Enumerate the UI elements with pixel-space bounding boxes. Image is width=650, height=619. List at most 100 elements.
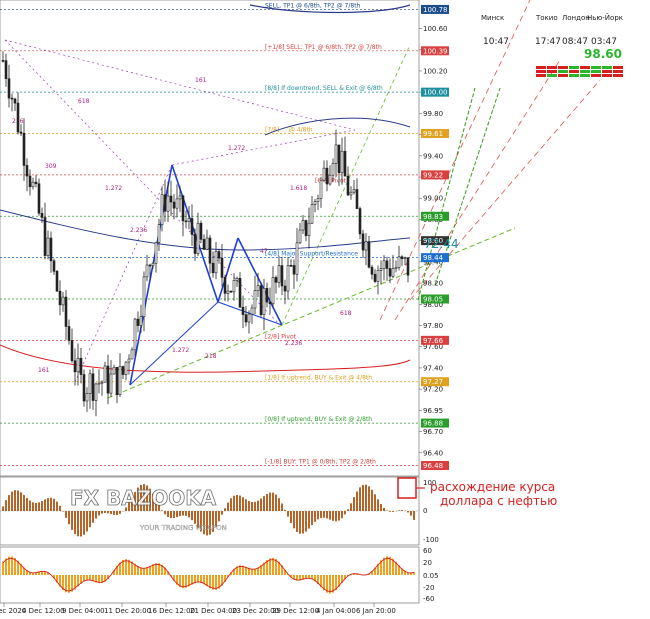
- candle-body: [404, 258, 406, 259]
- osc1-bar: [227, 503, 229, 511]
- watermark-brand: FX BAZOOKA: [70, 486, 217, 510]
- candle-body: [380, 269, 382, 271]
- osc1-bar: [86, 511, 88, 531]
- osc1-bar: [218, 511, 220, 521]
- candle-body: [272, 277, 274, 303]
- time-tick-label: 9 Dec 04:00: [62, 607, 105, 615]
- price-tick-label: 97.40: [423, 364, 443, 372]
- signal-cell: [602, 74, 612, 77]
- candle-body: [371, 267, 373, 274]
- candle-body: [200, 223, 202, 239]
- candle-body: [209, 238, 211, 263]
- candle-body: [176, 199, 178, 208]
- price-marker-label: 97.66: [423, 337, 444, 345]
- osc1-bar: [50, 498, 52, 511]
- osc1-bar: [5, 500, 7, 511]
- candle-body: [182, 196, 184, 221]
- osc1-bar: [296, 511, 298, 532]
- candle-body: [317, 199, 319, 202]
- time-tick-label: 6 Jan 20:00: [356, 607, 396, 615]
- osc1-bar: [116, 511, 118, 515]
- candle-body: [206, 238, 208, 249]
- fib-label: 1.272: [228, 145, 245, 152]
- price-tick-label: 99.00: [423, 195, 443, 203]
- fib-label: 1.272: [172, 347, 189, 354]
- candle-body: [314, 202, 316, 205]
- osc1-bar: [341, 511, 343, 518]
- osc2-bar: [386, 556, 388, 575]
- osc1-bar: [29, 501, 31, 511]
- osc1-bar: [224, 508, 226, 511]
- signal-cell: [569, 74, 579, 77]
- candle-body: [257, 286, 259, 291]
- candle-body: [44, 218, 46, 256]
- murrey-level-label: [+1/8] SELL: TP1 @ 6/8th, TP2 @ 7/8th: [265, 44, 382, 51]
- candle-body: [320, 180, 322, 198]
- osc1-bar: [32, 502, 34, 511]
- osc1-bar: [59, 506, 61, 511]
- osc1-bar: [362, 485, 364, 511]
- candle-body: [287, 265, 289, 291]
- osc1-bar: [191, 511, 193, 520]
- candle-body: [278, 266, 280, 283]
- osc1-bar: [332, 511, 334, 521]
- osc1-bar: [338, 511, 340, 521]
- candle-body: [41, 213, 43, 217]
- candle-body: [224, 277, 226, 293]
- candle-body: [179, 196, 181, 199]
- osc1-bar: [377, 499, 379, 511]
- osc1-bar: [74, 511, 76, 534]
- osc2-bar: [272, 558, 274, 575]
- candle-body: [2, 60, 4, 61]
- candle-body: [329, 175, 331, 184]
- time-tick-label: 4 Dec 12:00: [22, 607, 65, 615]
- candle-body: [296, 243, 298, 274]
- candle-body: [134, 319, 136, 350]
- osc2-bar: [125, 559, 127, 575]
- candle-body: [68, 326, 70, 340]
- osc1-bar: [380, 504, 382, 511]
- osc1-bar: [398, 510, 400, 511]
- osc1-bar: [263, 496, 265, 511]
- osc1-bar: [14, 490, 16, 511]
- osc1-bar: [314, 511, 316, 522]
- signal-cell: [536, 74, 546, 77]
- osc1-bar: [68, 511, 70, 524]
- candle-body: [29, 176, 31, 187]
- murrey-level-label: SELL, TP1 @ 6/8th, TP2 @ 7/8th: [265, 2, 361, 9]
- fib-label: 47: [260, 248, 268, 255]
- fib-label: 2.236: [130, 227, 147, 234]
- candle-body: [161, 195, 163, 225]
- osc1-bar: [302, 511, 304, 533]
- candle-body: [338, 145, 340, 173]
- osc1-bar: [287, 511, 289, 517]
- candle-body: [53, 261, 55, 271]
- price-tick-label: 96.40: [423, 449, 443, 457]
- osc1-bar: [17, 491, 19, 511]
- candle-body: [188, 218, 190, 221]
- price-tick-label: 96.95: [423, 407, 443, 415]
- osc1-bar: [383, 508, 385, 511]
- time-tick-label: 29 Dec 12:00: [272, 607, 319, 615]
- osc1-bar: [77, 511, 79, 536]
- fib-label: 218: [205, 353, 217, 360]
- candle-body: [122, 367, 124, 375]
- price-tick-label: 97.20: [423, 386, 443, 394]
- candle-body: [239, 278, 241, 307]
- osc2-tick-label: 0.05: [423, 572, 439, 580]
- osc1-bar: [83, 511, 85, 535]
- candle-body: [284, 286, 286, 291]
- candle-body: [140, 317, 142, 326]
- osc2-tick-label: 20: [423, 559, 432, 567]
- signal-cell: [591, 70, 601, 73]
- candle-body: [308, 223, 310, 236]
- osc1-tick-label: -100: [423, 536, 439, 544]
- osc1-bar: [23, 495, 25, 511]
- osc1-bar: [176, 511, 178, 517]
- osc1-bar: [353, 497, 355, 511]
- osc1-bar: [299, 511, 301, 534]
- time-axis: 2 Dec 20204 Dec 12:009 Dec 04:0011 Dec 2…: [0, 603, 396, 615]
- candle-body: [11, 98, 13, 99]
- candle-body: [56, 271, 58, 291]
- time-tick-label: 11 Dec 20:00: [104, 607, 151, 615]
